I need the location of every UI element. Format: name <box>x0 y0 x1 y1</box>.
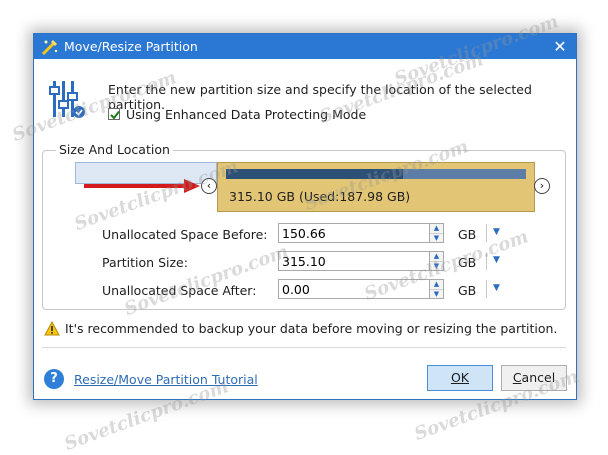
warning-icon <box>44 321 60 336</box>
help-icon[interactable]: ? <box>44 369 64 389</box>
ok-button[interactable]: OK <box>427 365 493 391</box>
unallocated-before-input[interactable] <box>278 223 430 243</box>
footer-divider <box>42 347 566 348</box>
enhanced-protect-label: Using Enhanced Data Protecting Mode <box>126 107 367 122</box>
window-title: Move/Resize Partition <box>64 39 198 54</box>
spin-down-icon[interactable]: ▼ <box>430 261 443 271</box>
tutorial-link[interactable]: Resize/Move Partition Tutorial <box>74 372 258 387</box>
unallocated-before-spinner[interactable]: ▲ ▼ <box>430 223 444 243</box>
title-bar[interactable]: Move/Resize Partition ✕ <box>34 34 576 59</box>
partition-size-spinner[interactable]: ▲ ▼ <box>430 251 444 271</box>
cancel-button[interactable]: Cancel <box>501 365 567 391</box>
usage-bar <box>226 169 526 179</box>
move-resize-dialog: Move/Resize Partition ✕ Enter the new pa… <box>33 33 577 400</box>
unit-label: GB <box>458 283 477 298</box>
app-logo-icon <box>41 40 58 56</box>
close-button[interactable]: ✕ <box>544 34 576 59</box>
unallocated-after-input[interactable] <box>278 279 430 299</box>
spin-up-icon[interactable]: ▲ <box>430 224 443 233</box>
cancel-label-rest: ancel <box>521 370 556 385</box>
unallocated-before-label: Unallocated Space Before: <box>102 227 268 242</box>
left-resize-handle[interactable]: ‹ <box>201 178 217 194</box>
unit-dropdown-icon[interactable]: ▼ <box>493 255 500 265</box>
partition-size-input[interactable] <box>278 251 430 271</box>
spin-up-icon[interactable]: ▲ <box>430 280 443 289</box>
used-space-fill <box>226 169 403 179</box>
partition-size-label: 315.10 GB (Used:187.98 GB) <box>229 189 411 204</box>
right-resize-handle[interactable]: › <box>534 178 550 194</box>
unit-label: GB <box>458 255 477 270</box>
partition-block[interactable]: 315.10 GB (Used:187.98 GB) <box>217 162 535 212</box>
checkmark-icon <box>110 110 120 120</box>
unallocated-after-label: Unallocated Space After: <box>102 283 257 298</box>
unit-divider <box>486 224 487 242</box>
unallocated-after-spinner[interactable]: ▲ ▼ <box>430 279 444 299</box>
unit-divider <box>486 252 487 270</box>
partition-size-label-field: Partition Size: <box>102 255 188 270</box>
warning-text: It's recommended to backup your data bef… <box>65 321 558 336</box>
cancel-label-prefix: C <box>512 370 522 385</box>
spin-down-icon[interactable]: ▼ <box>430 289 443 299</box>
unit-divider <box>486 280 487 298</box>
enhanced-protect-checkbox[interactable] <box>108 108 120 120</box>
partition-sliders-icon <box>49 81 85 118</box>
red-arrow-annotation <box>84 179 200 193</box>
unit-dropdown-icon[interactable]: ▼ <box>493 227 500 237</box>
spin-up-icon[interactable]: ▲ <box>430 252 443 261</box>
spin-down-icon[interactable]: ▼ <box>430 233 443 243</box>
group-title: Size And Location <box>56 142 173 157</box>
close-icon: ✕ <box>553 37 567 56</box>
unit-dropdown-icon[interactable]: ▼ <box>493 283 500 293</box>
unit-label: GB <box>458 227 477 242</box>
